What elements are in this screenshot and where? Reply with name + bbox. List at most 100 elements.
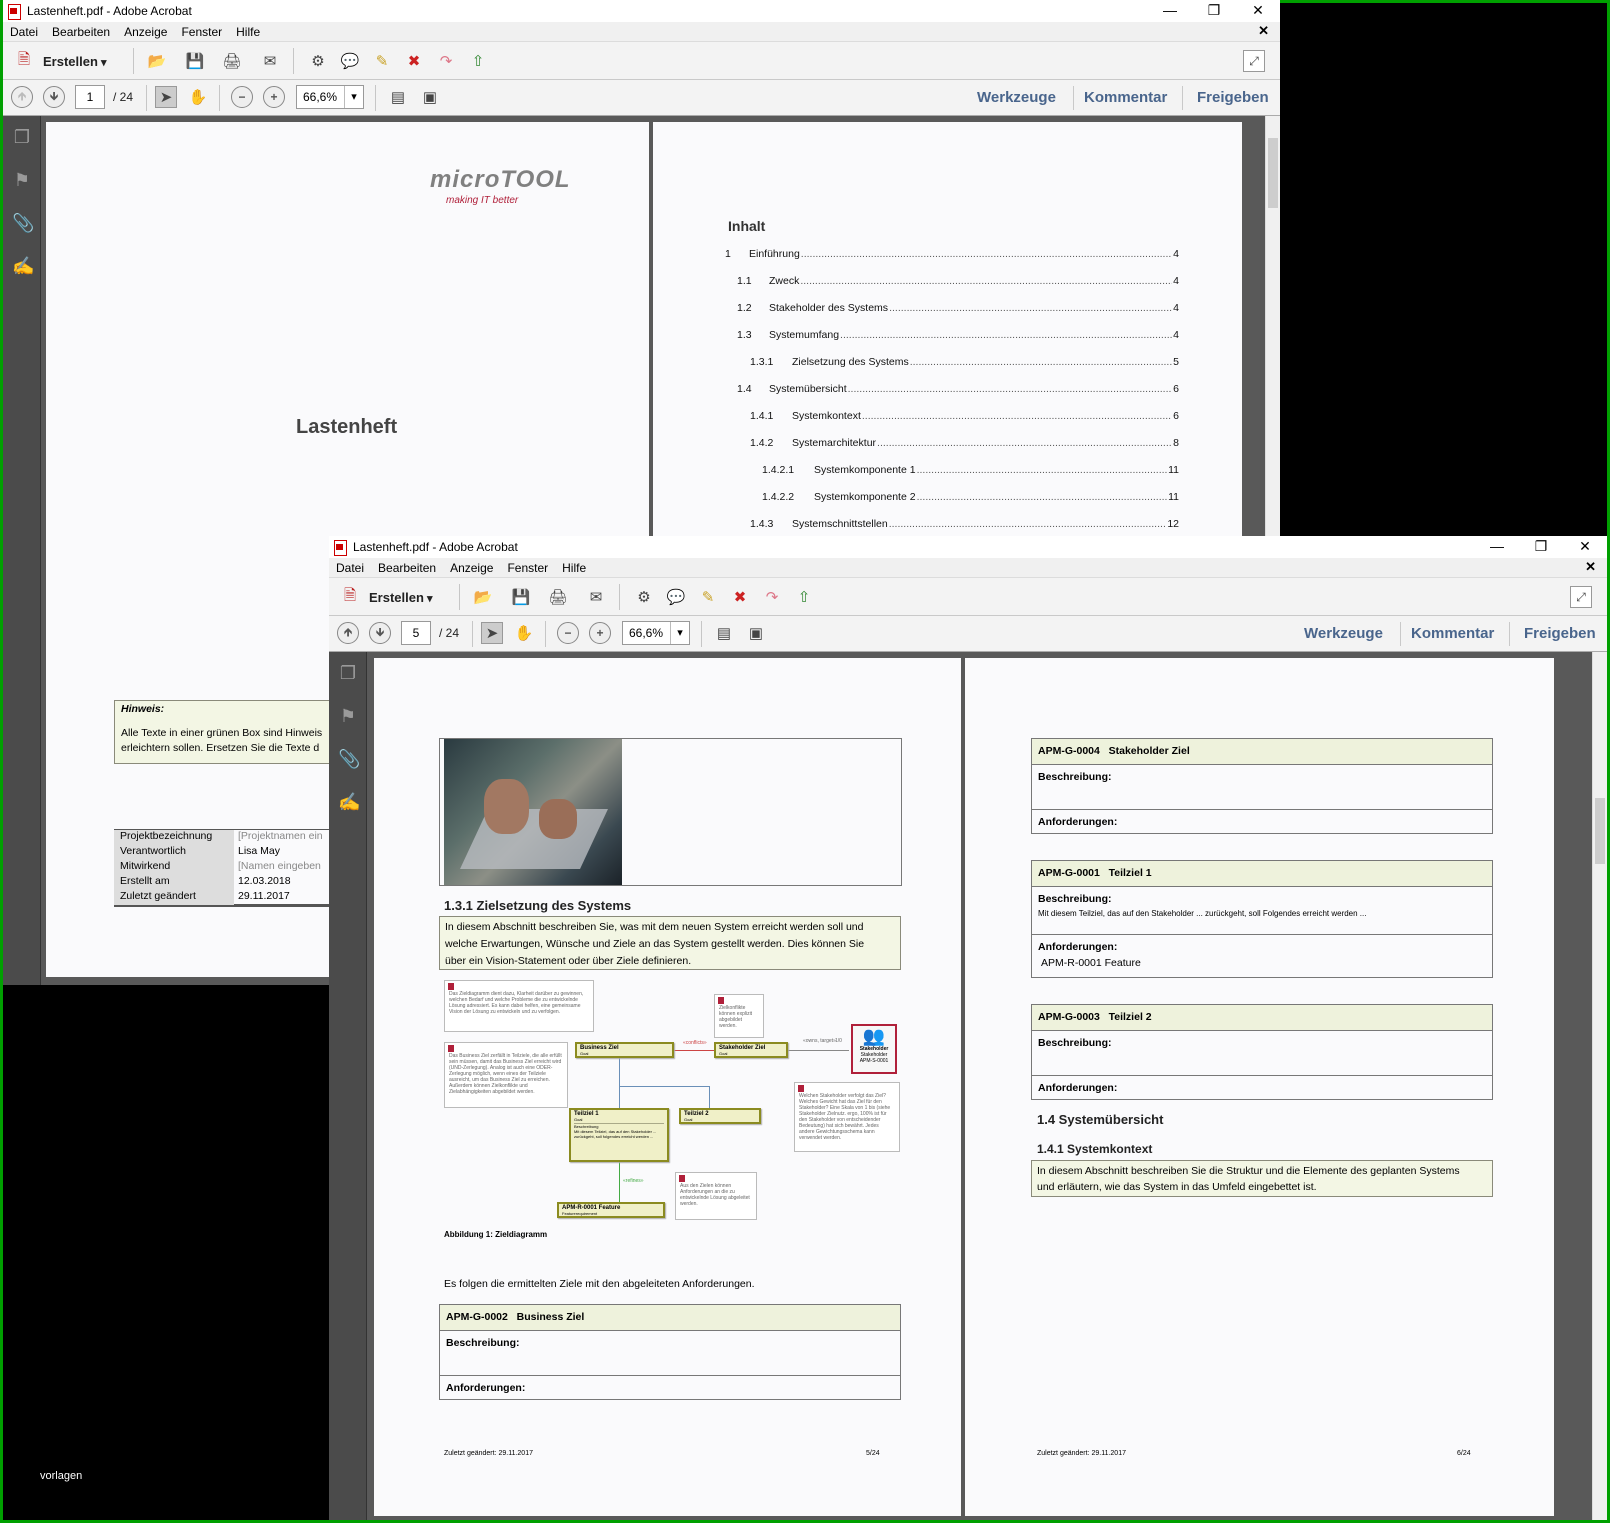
stakeholder-node[interactable]: 👥 Stakeholder Stakeholder APM-S-0001 [851,1024,897,1074]
previous-page-icon[interactable]: 🡹 [337,622,359,644]
select-tool-icon[interactable]: ➤ [481,622,503,644]
comment-icon[interactable]: 💬 [665,586,687,608]
open-folder-icon[interactable]: 📂 [146,50,168,72]
zoom-dropdown[interactable]: 66,6% [296,85,364,109]
business-goal-node[interactable]: Business Ziel Goal [575,1042,674,1058]
save-icon[interactable]: 💾 [510,586,532,608]
scrollbar-thumb[interactable] [1595,798,1605,864]
erstellen-button[interactable]: Erstellen [43,54,107,69]
minimize-button[interactable]: — [1148,0,1192,22]
bookmark-icon[interactable]: ⚑ [12,169,32,191]
toc-entry[interactable]: 1.4.3Systemschnittstellen12 [750,518,1179,530]
fullscreen-icon[interactable]: ⤢ [1570,586,1592,608]
conflicts-label: «conflicts» [683,1040,707,1046]
delete-page-icon[interactable]: ✖ [729,586,751,608]
menu-hilfe[interactable]: Hilfe [236,25,260,39]
toc-entry[interactable]: 1Einführung4 [725,248,1179,260]
zoom-dropdown[interactable]: 66,6% [622,621,690,645]
email-icon[interactable]: ✉ [585,586,607,608]
export-icon[interactable]: ↷ [761,586,783,608]
fit-width-icon[interactable]: ▣ [419,86,441,108]
next-page-icon[interactable]: 🡻 [369,622,391,644]
toc-entry[interactable]: 1.4Systemübersicht6 [737,383,1179,395]
hand-tool-icon[interactable]: ✋ [187,86,209,108]
menu-bearbeiten[interactable]: Bearbeiten [378,561,436,575]
export-icon[interactable]: ↷ [435,50,457,72]
zoom-in-icon[interactable]: + [589,622,611,644]
delete-page-icon[interactable]: ✖ [403,50,425,72]
erstellen-button[interactable]: Erstellen [369,590,433,605]
werkzeuge-link[interactable]: Werkzeuge [977,89,1056,106]
zoom-out-icon[interactable]: − [231,86,253,108]
zoom-in-icon[interactable]: + [263,86,285,108]
zoom-out-icon[interactable]: − [557,622,579,644]
print-icon[interactable]: 🖨 [547,586,569,608]
minimize-button[interactable]: — [1475,536,1519,558]
create-pdf-icon[interactable]: 🗎 [339,586,361,608]
share-icon[interactable]: ⇧ [793,586,815,608]
toc-entry[interactable]: 1.4.2.1Systemkomponente 111 [762,464,1179,476]
highlight-icon[interactable]: ✎ [697,586,719,608]
settings-icon[interactable]: ⚙ [307,50,329,72]
toc-entry[interactable]: 1.4.1Systemkontext6 [750,410,1179,422]
kommentar-link[interactable]: Kommentar [1084,89,1167,106]
meta-key: Erstellt am [114,875,234,890]
signature-icon[interactable]: ✍ [338,791,360,813]
vertical-scrollbar[interactable] [1592,652,1607,1520]
fit-width-icon[interactable]: ▣ [745,622,767,644]
print-icon[interactable]: 🖨 [221,50,243,72]
pages-icon[interactable]: ❐ [12,126,32,148]
pages-icon[interactable]: ❐ [338,662,358,684]
menu-fenster[interactable]: Fenster [507,561,548,575]
comment-icon[interactable]: 💬 [339,50,361,72]
email-icon[interactable]: ✉ [259,50,281,72]
save-icon[interactable]: 💾 [184,50,206,72]
fit-page-icon[interactable]: ▤ [713,622,735,644]
signature-icon[interactable]: ✍ [12,255,34,277]
toc-entry[interactable]: 1.3.1Zielsetzung des Systems5 [750,356,1179,368]
menu-anzeige[interactable]: Anzeige [124,25,167,39]
toc-entry[interactable]: 1.4.2.2Systemkomponente 211 [762,491,1179,503]
menu-datei[interactable]: Datei [336,561,364,575]
share-icon[interactable]: ⇧ [467,50,489,72]
fullscreen-icon[interactable]: ⤢ [1243,50,1265,72]
select-tool-icon[interactable]: ➤ [155,86,177,108]
partial-goal-2-node[interactable]: Teilziel 2 Goal [679,1108,761,1124]
werkzeuge-link[interactable]: Werkzeuge [1304,625,1383,642]
bookmark-icon[interactable]: ⚑ [338,705,358,727]
feature-node[interactable]: APM-R-0001 Feature Featurerequirement [557,1202,665,1218]
toc-entry[interactable]: 1.3Systemumfang4 [737,329,1179,341]
highlight-icon[interactable]: ✎ [371,50,393,72]
create-pdf-icon[interactable]: 🗎 [13,50,35,72]
hand-tool-icon[interactable]: ✋ [513,622,535,644]
previous-page-icon[interactable]: 🡹 [11,86,33,108]
scrollbar-thumb[interactable] [1268,138,1278,208]
toc-entry[interactable]: 1.1Zweck4 [737,275,1179,287]
menu-fenster[interactable]: Fenster [181,25,222,39]
attachment-icon[interactable]: 📎 [338,748,360,770]
attachment-icon[interactable]: 📎 [12,212,34,234]
menu-datei[interactable]: Datei [10,25,38,39]
partial-goal-1-node[interactable]: Teilziel 1 Goal Beschreibung Mit diesem Tei… [569,1108,669,1162]
toc-entry[interactable]: 1.4.2Systemarchitektur8 [750,437,1179,449]
toc-entry[interactable]: 1.2Stakeholder des Systems4 [737,302,1179,314]
freigeben-link[interactable]: Freigeben [1197,89,1269,106]
settings-icon[interactable]: ⚙ [633,586,655,608]
menu-hilfe[interactable]: Hilfe [562,561,586,575]
restore-button[interactable]: ❐ [1519,536,1563,558]
kommentar-link[interactable]: Kommentar [1411,625,1494,642]
close-document-icon[interactable]: ✕ [1585,559,1596,575]
page-number-input[interactable]: 1 [75,85,105,109]
next-page-icon[interactable]: 🡻 [43,86,65,108]
stakeholder-goal-node[interactable]: Stakeholder Ziel Goal [714,1042,788,1058]
menu-anzeige[interactable]: Anzeige [450,561,493,575]
menu-bearbeiten[interactable]: Bearbeiten [52,25,110,39]
close-document-icon[interactable]: ✕ [1258,23,1269,39]
freigeben-link[interactable]: Freigeben [1524,625,1596,642]
close-window-button[interactable]: ✕ [1563,536,1607,558]
page-number-input[interactable]: 5 [401,621,431,645]
open-folder-icon[interactable]: 📂 [472,586,494,608]
close-window-button[interactable]: ✕ [1236,0,1280,22]
fit-page-icon[interactable]: ▤ [387,86,409,108]
restore-button[interactable]: ❐ [1192,0,1236,22]
